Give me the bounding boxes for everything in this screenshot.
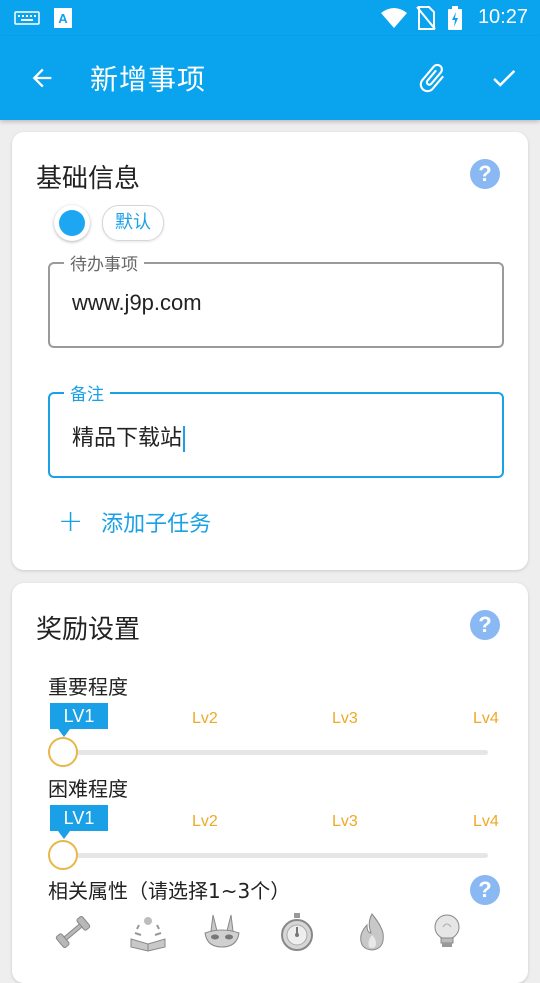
- input-method-icon: A: [54, 8, 72, 28]
- plus-icon: +: [58, 504, 84, 539]
- attributes-label: 相关属性（请选择1~3个）: [48, 879, 291, 903]
- difficulty-slider-track[interactable]: [64, 853, 488, 858]
- difficulty-slider-thumb[interactable]: [48, 840, 78, 870]
- flame-icon[interactable]: [351, 911, 393, 953]
- clock: 10:27: [477, 6, 528, 28]
- help-icon[interactable]: ?: [470, 159, 500, 189]
- importance-level-badge: LV1: [50, 703, 108, 737]
- status-bar: A 10:27: [0, 0, 540, 36]
- add-subtask-button[interactable]: + 添加子任务: [58, 504, 211, 539]
- difficulty-tick-lv2: Lv2: [192, 813, 218, 830]
- importance-slider-thumb[interactable]: [48, 737, 78, 767]
- app-bar: 新增事项: [0, 36, 540, 120]
- attach-button[interactable]: [410, 56, 454, 100]
- category-chip[interactable]: 默认: [102, 205, 164, 241]
- keyboard-icon: [14, 11, 40, 25]
- svg-text:A: A: [58, 11, 68, 26]
- note-field-value-wrap: 精品下载站: [72, 420, 186, 452]
- back-arrow-icon: [32, 68, 52, 88]
- lightbulb-icon[interactable]: [426, 911, 468, 953]
- book-sparkle-icon[interactable]: [127, 911, 169, 953]
- paperclip-icon: [419, 63, 444, 93]
- reward-settings-card: 奖励设置 ? 重要程度 LV1 Lv2 Lv3 Lv4 困难程度 LV1 Lv2…: [12, 583, 528, 983]
- page-title: 新增事项: [90, 63, 207, 96]
- mask-icon[interactable]: [201, 911, 243, 953]
- battery-charging-icon: [448, 6, 462, 30]
- difficulty-tick-lv4: Lv4: [473, 813, 499, 830]
- todo-field-value: www.j9p.com: [72, 290, 202, 315]
- difficulty-level-badge: LV1: [50, 805, 108, 839]
- color-picker-button[interactable]: [54, 205, 90, 241]
- save-button[interactable]: [482, 56, 526, 100]
- importance-label: 重要程度: [48, 675, 128, 699]
- color-swatch: [59, 210, 85, 236]
- help-icon[interactable]: ?: [470, 610, 500, 640]
- difficulty-label: 困难程度: [48, 777, 128, 801]
- todo-field[interactable]: 待办事项 www.j9p.com: [48, 250, 504, 348]
- note-field-label: 备注: [64, 380, 110, 405]
- wifi-icon: [381, 8, 407, 28]
- stopwatch-icon[interactable]: [276, 911, 318, 953]
- difficulty-tick-lv3: Lv3: [332, 813, 358, 830]
- todo-field-label: 待办事项: [64, 250, 144, 275]
- text-cursor: [183, 426, 186, 452]
- back-button[interactable]: [20, 56, 64, 100]
- basic-info-title: 基础信息: [36, 164, 141, 194]
- dumbbell-icon[interactable]: [52, 911, 94, 953]
- note-field-value: 精品下载站: [72, 426, 183, 451]
- no-sim-icon: [416, 6, 436, 30]
- note-field[interactable]: 备注 精品下载站: [48, 380, 504, 478]
- checkmark-icon: [493, 70, 516, 87]
- basic-info-card: 基础信息 ? 默认 待办事项 www.j9p.com 备注 精品下载站 + 添加…: [12, 132, 528, 570]
- help-icon[interactable]: ?: [470, 875, 500, 905]
- importance-tick-lv2: Lv2: [192, 710, 218, 727]
- importance-tick-lv3: Lv3: [332, 710, 358, 727]
- add-subtask-label: 添加子任务: [101, 511, 212, 537]
- importance-slider-track[interactable]: [64, 750, 488, 755]
- reward-settings-title: 奖励设置: [36, 615, 141, 645]
- importance-tick-lv4: Lv4: [473, 710, 499, 727]
